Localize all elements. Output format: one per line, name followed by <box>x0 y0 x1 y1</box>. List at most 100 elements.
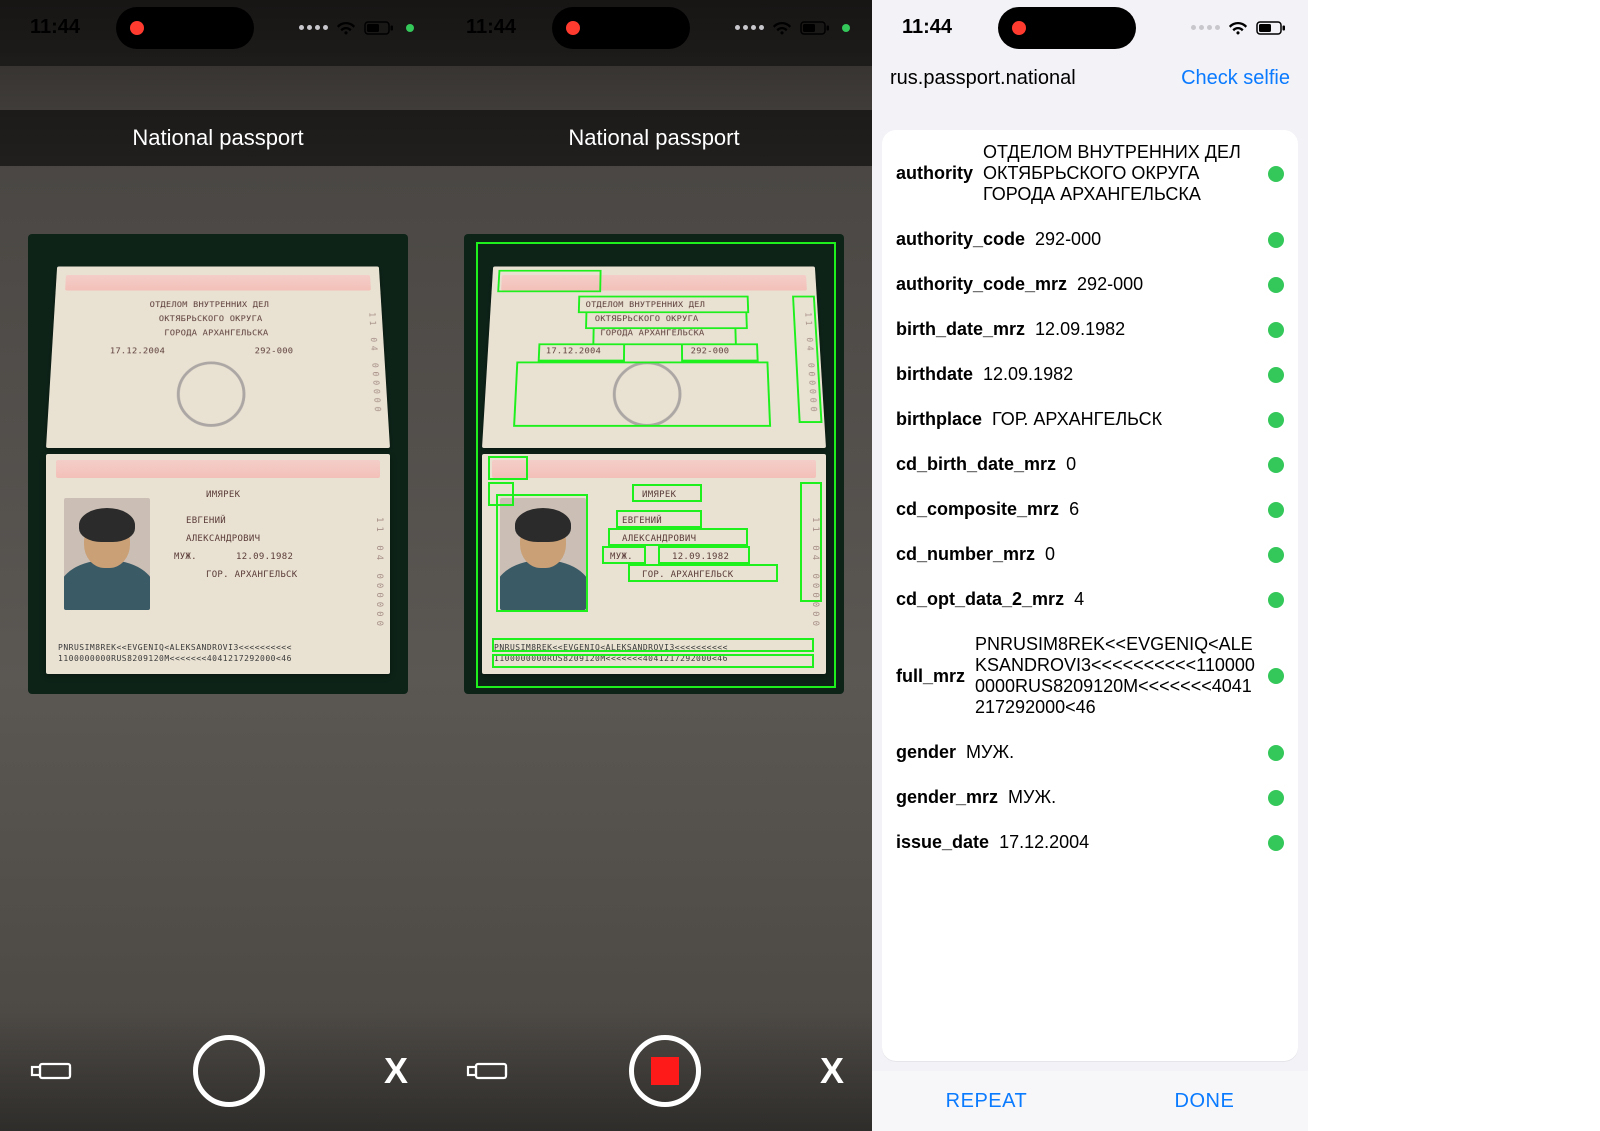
doc-type-id: rus.passport.national <box>890 67 1076 90</box>
results-card: authority ОТДЕЛОМ ВНУТРЕННИХ ДЕЛ ОКТЯБРЬС… <box>882 130 1298 1061</box>
field-key: birthplace <box>896 409 982 430</box>
field-key: cd_birth_date_mrz <box>896 454 1056 475</box>
status-ok-icon <box>1268 835 1284 851</box>
field-value: 0 <box>1045 544 1258 565</box>
dynamic-island <box>552 7 690 49</box>
close-button[interactable]: X <box>384 1053 408 1089</box>
results-list[interactable]: authority ОТДЕЛОМ ВНУТРЕННИХ ДЕЛ ОКТЯБРЬС… <box>882 130 1298 1061</box>
field-key: cd_number_mrz <box>896 544 1035 565</box>
privacy-dot-icon <box>406 24 414 32</box>
result-row: authority ОТДЕЛОМ ВНУТРЕННИХ ДЕЛ ОКТЯБРЬС… <box>882 130 1298 217</box>
recording-dot-icon <box>1012 21 1026 35</box>
result-row: gender_mrz МУЖ. <box>882 775 1298 820</box>
doc-type-label: National passport <box>132 125 303 151</box>
doc-type-banner: National passport <box>0 110 436 166</box>
field-key: full_mrz <box>896 666 965 687</box>
dynamic-island <box>998 7 1136 49</box>
shutter-button[interactable] <box>193 1035 265 1107</box>
wifi-icon <box>1228 21 1248 35</box>
flashlight-icon[interactable] <box>464 1054 510 1088</box>
status-ok-icon <box>1268 232 1284 248</box>
privacy-dot-icon <box>842 24 850 32</box>
status-ok-icon <box>1268 166 1284 182</box>
done-button[interactable]: DONE <box>1175 1090 1235 1113</box>
passport-document: ОТДЕЛОМ ВНУТРЕННИХ ДЕЛ ОКТЯБРЬСКОГО ОКРУ… <box>474 244 834 684</box>
camera-toolbar: X <box>0 1011 436 1131</box>
cellular-icon <box>299 25 328 30</box>
field-key: birthdate <box>896 364 973 385</box>
field-value: 6 <box>1069 499 1258 520</box>
result-row: birthdate 12.09.1982 <box>882 352 1298 397</box>
wifi-icon <box>772 21 792 35</box>
result-row: full_mrz PNRUSIM8REK<<EVGENIQ<ALEKSANDROV… <box>882 622 1298 730</box>
field-key: authority_code <box>896 229 1025 250</box>
field-key: cd_opt_data_2_mrz <box>896 589 1064 610</box>
screen-results: 11:44 rus.passport.national Check selfie… <box>872 0 1308 1131</box>
camera-toolbar: X <box>436 1011 872 1131</box>
check-selfie-link[interactable]: Check selfie <box>1181 67 1290 90</box>
field-key: cd_composite_mrz <box>896 499 1059 520</box>
status-right <box>735 21 850 35</box>
status-right <box>1191 21 1286 35</box>
result-row: birth_date_mrz 12.09.1982 <box>882 307 1298 352</box>
field-key: birth_date_mrz <box>896 319 1025 340</box>
detect-frame <box>476 242 836 688</box>
status-ok-icon <box>1268 412 1284 428</box>
result-row: cd_composite_mrz 6 <box>882 487 1298 532</box>
passport-photo <box>64 498 150 610</box>
battery-icon <box>364 21 394 35</box>
status-ok-icon <box>1268 457 1284 473</box>
status-ok-icon <box>1268 322 1284 338</box>
status-ok-icon <box>1268 668 1284 684</box>
result-row: authority_code 292-000 <box>882 217 1298 262</box>
status-bar: 11:44 <box>436 0 872 55</box>
field-value: МУЖ. <box>966 742 1258 763</box>
results-header: rus.passport.national Check selfie <box>872 56 1308 100</box>
flashlight-icon[interactable] <box>28 1054 74 1088</box>
battery-icon <box>1256 21 1286 35</box>
mrz-zone: PNRUSIM8REK<<EVGENIQ<ALEKSANDROVI3<<<<<<… <box>58 643 378 664</box>
repeat-button[interactable]: REPEAT <box>946 1090 1028 1113</box>
field-value: 12.09.1982 <box>1035 319 1258 340</box>
recording-dot-icon <box>566 21 580 35</box>
status-right <box>299 21 414 35</box>
field-key: authority <box>896 163 973 184</box>
shutter-button[interactable] <box>629 1035 701 1107</box>
result-row: cd_birth_date_mrz 0 <box>882 442 1298 487</box>
field-key: gender_mrz <box>896 787 998 808</box>
passport-document: ОТДЕЛОМ ВНУТРЕННИХ ДЕЛ ОКТЯБРЬСКОГО ОКРУ… <box>38 244 398 684</box>
field-value: 4 <box>1074 589 1258 610</box>
status-time: 11:44 <box>902 16 952 39</box>
status-ok-icon <box>1268 790 1284 806</box>
status-ok-icon <box>1268 502 1284 518</box>
result-row: birthplace ГОР. АРХАНГЕЛЬСК <box>882 397 1298 442</box>
field-value: ГОР. АРХАНГЕЛЬСК <box>992 409 1258 430</box>
result-row: authority_code_mrz292-000 <box>882 262 1298 307</box>
results-actions: REPEAT DONE <box>872 1071 1308 1131</box>
field-value: 12.09.1982 <box>983 364 1258 385</box>
status-ok-icon <box>1268 277 1284 293</box>
doc-type-banner: National passport <box>436 110 872 166</box>
status-ok-icon <box>1268 367 1284 383</box>
field-value: 292-000 <box>1035 229 1258 250</box>
result-row: cd_number_mrz 0 <box>882 532 1298 577</box>
doc-type-label: National passport <box>568 125 739 151</box>
field-value: PNRUSIM8REK<<EVGENIQ<ALEKSANDROVI3<<<<<<… <box>975 634 1258 718</box>
dynamic-island <box>116 7 254 49</box>
status-bar: 11:44 <box>0 0 436 55</box>
field-value: 17.12.2004 <box>999 832 1258 853</box>
stop-icon <box>651 1057 679 1085</box>
status-bar: 11:44 <box>872 0 1308 55</box>
status-time: 11:44 <box>30 16 80 39</box>
field-value: МУЖ. <box>1008 787 1258 808</box>
field-key: issue_date <box>896 832 989 853</box>
screen-camera-idle: 11:44 National passport ОТДЕЛОМ ВНУТРЕНН… <box>0 0 436 1131</box>
field-key: authority_code_mrz <box>896 274 1067 295</box>
recording-dot-icon <box>130 21 144 35</box>
field-value: ОТДЕЛОМ ВНУТРЕННИХ ДЕЛ ОКТЯБРЬСКОГО ОКРУ… <box>983 142 1258 205</box>
close-button[interactable]: X <box>820 1053 844 1089</box>
cellular-icon <box>1191 25 1220 30</box>
screen-camera-scanning: 11:44 National passport ОТДЕЛОМ ВНУТРЕНН… <box>436 0 872 1131</box>
field-value: 0 <box>1066 454 1258 475</box>
result-row: issue_date 17.12.2004 <box>882 820 1298 865</box>
